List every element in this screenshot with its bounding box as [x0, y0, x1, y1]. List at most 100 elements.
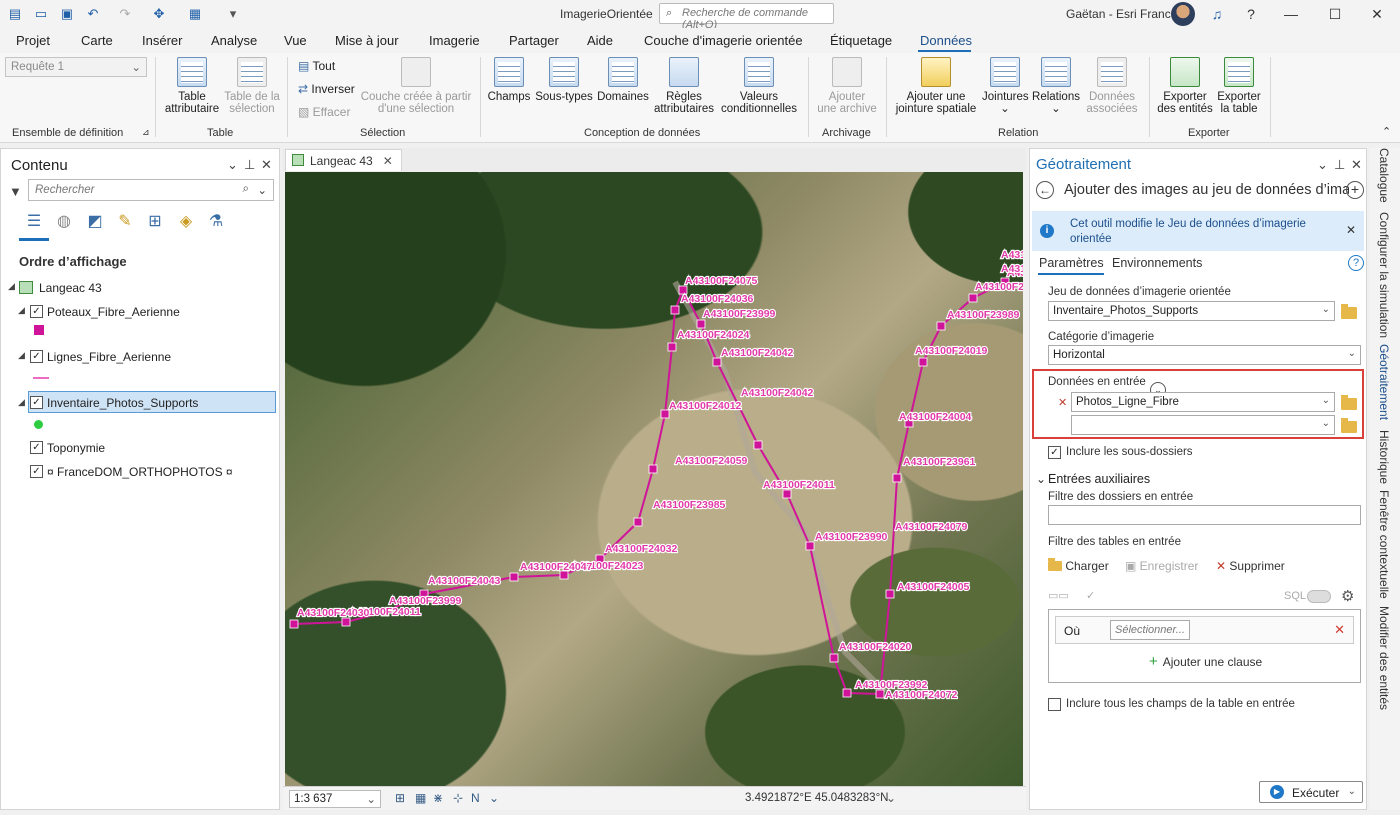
- add-archive-button[interactable]: Ajouter une archive: [814, 57, 880, 115]
- pin-icon[interactable]: ⊥: [244, 157, 255, 173]
- spatial-join-button[interactable]: Ajouter une jointure spatiale: [892, 57, 980, 115]
- back-arrow-icon[interactable]: ←: [1036, 181, 1054, 199]
- new-project-icon[interactable]: ▤: [6, 5, 24, 23]
- undo-icon[interactable]: ↶: [84, 5, 102, 23]
- pole-marker[interactable]: [968, 293, 978, 303]
- clear-selection-button[interactable]: ▧ Effacer: [298, 105, 350, 119]
- pole-marker[interactable]: [885, 589, 895, 599]
- layer-visibility-checkbox[interactable]: ✓: [30, 305, 43, 318]
- selection-table-button[interactable]: Table de la sélection: [223, 57, 281, 115]
- folder-icon[interactable]: [1341, 418, 1357, 433]
- add-clause-button[interactable]: + Ajouter une clause: [1149, 653, 1262, 670]
- close-icon[interactable]: ✕: [261, 157, 272, 173]
- grid-icon[interactable]: ▦: [415, 791, 426, 805]
- export-features-button[interactable]: Exporter des entités: [1156, 57, 1214, 115]
- close-button[interactable]: ✕: [1366, 3, 1388, 25]
- pole-marker[interactable]: [936, 321, 946, 331]
- tab-inserer[interactable]: Insérer: [142, 33, 182, 48]
- tab-environments[interactable]: Environnements: [1112, 256, 1202, 270]
- contents-search-input[interactable]: Rechercher ⌕ ⌄: [28, 179, 274, 201]
- category-dropdown[interactable]: Horizontal ⌄: [1048, 345, 1361, 365]
- pole-marker[interactable]: [753, 440, 763, 450]
- pole-marker[interactable]: [805, 541, 815, 551]
- point-symbol-poteaux[interactable]: [34, 325, 44, 335]
- map-tab[interactable]: Langeac 43 ✕: [285, 149, 402, 171]
- pole-marker[interactable]: [670, 305, 680, 315]
- subtypes-button[interactable]: Sous-types: [534, 57, 594, 103]
- folder-icon[interactable]: [1341, 395, 1357, 410]
- list-by-perspective-icon[interactable]: ⚗: [205, 211, 227, 233]
- tab-configure-simulation[interactable]: Configurer la simulation: [1377, 212, 1391, 338]
- chevron-down-icon[interactable]: ⌄: [489, 791, 499, 805]
- tab-parameters[interactable]: Paramètres: [1039, 256, 1104, 270]
- attribute-table-button[interactable]: Table attributaire: [162, 57, 222, 115]
- tab-geoprocessing[interactable]: Géotraitement: [1377, 344, 1391, 420]
- remove-clause-icon[interactable]: ✕: [1334, 622, 1345, 638]
- fixed-zoom-icon[interactable]: ⊞: [395, 791, 405, 805]
- tab-donnees[interactable]: Données: [920, 33, 972, 48]
- joins-button[interactable]: Jointures ⌄: [982, 57, 1029, 115]
- collapse-icon[interactable]: ⌄: [1036, 472, 1046, 486]
- tab-popup[interactable]: Fenêtre contextuelle: [1377, 490, 1391, 599]
- layer-item[interactable]: ✓ ¤ FranceDOM_ORTHOPHOTOS ¤: [1, 461, 279, 483]
- domains-button[interactable]: Domaines: [595, 57, 651, 103]
- contingent-values-button[interactable]: Valeurs conditionnelles: [718, 57, 800, 115]
- pole-marker[interactable]: [696, 319, 706, 329]
- layer-item-selected[interactable]: ✓ Inventaire_Photos_Supports: [28, 391, 276, 413]
- chevron-down-icon[interactable]: ⌄: [1348, 786, 1356, 797]
- pole-marker[interactable]: [633, 517, 643, 527]
- layer-item[interactable]: ◢ ✓ Poteaux_Fibre_Aerienne: [1, 301, 279, 323]
- export-table-button[interactable]: Exporter la table: [1214, 57, 1264, 115]
- avatar[interactable]: [1171, 2, 1195, 26]
- tab-carte[interactable]: Carte: [81, 33, 113, 48]
- coordinate-format-chevron-icon[interactable]: ⌄: [886, 791, 896, 805]
- add-tool-icon[interactable]: +: [1346, 181, 1364, 199]
- field-selector[interactable]: Sélectionner...: [1110, 620, 1190, 640]
- map-view[interactable]: A43100F24075 A43100F24036 A43100F23999 A431…: [285, 172, 1023, 786]
- tab-projet[interactable]: Projet: [16, 33, 50, 48]
- pole-marker[interactable]: [829, 653, 839, 663]
- pane-menu-icon[interactable]: ⌄: [1317, 157, 1328, 173]
- close-icon[interactable]: ✕: [1346, 223, 1356, 237]
- invert-selection-button[interactable]: ⇄ Inverser: [298, 82, 355, 96]
- list-by-selection-icon[interactable]: ◩: [84, 211, 106, 233]
- list-by-snapping-icon[interactable]: ⊞: [144, 211, 166, 233]
- tab-history[interactable]: Historique: [1377, 430, 1391, 484]
- tab-vue[interactable]: Vue: [284, 33, 307, 48]
- open-folder-icon[interactable]: ▭: [32, 5, 50, 23]
- run-button[interactable]: ▶ Exécuter ⌄: [1259, 781, 1363, 803]
- snapping-icon[interactable]: ⋇: [433, 791, 443, 805]
- load-button[interactable]: Charger: [1048, 558, 1109, 573]
- collapse-ribbon-icon[interactable]: ⌃: [1382, 125, 1391, 138]
- close-icon[interactable]: ✕: [1351, 157, 1362, 173]
- pole-marker[interactable]: [509, 572, 519, 582]
- pole-marker[interactable]: [648, 464, 658, 474]
- tab-analyse[interactable]: Analyse: [211, 33, 257, 48]
- north-arrow-icon[interactable]: N: [471, 791, 480, 805]
- dialog-launcher-icon[interactable]: ⊿: [142, 127, 150, 138]
- pane-menu-icon[interactable]: ⌄: [227, 157, 238, 173]
- notifications-icon[interactable]: ♫: [1206, 3, 1228, 25]
- constraint-icon[interactable]: ⊹: [453, 791, 463, 805]
- close-icon[interactable]: ✕: [383, 154, 393, 168]
- list-by-labeling-icon[interactable]: ◈: [175, 211, 197, 233]
- maximize-button[interactable]: ☐: [1324, 3, 1346, 25]
- collapse-icon[interactable]: ◢: [18, 350, 25, 361]
- folder-filter-input[interactable]: [1048, 505, 1361, 525]
- point-symbol-photos[interactable]: [34, 420, 43, 429]
- list-by-editing-icon[interactable]: ✎: [114, 211, 136, 233]
- map-canvas[interactable]: A43100F24075 A43100F24036 A43100F23999 A431…: [285, 172, 1023, 786]
- include-subfolders-checkbox[interactable]: ✓: [1048, 446, 1061, 459]
- layer-item[interactable]: ✓ Toponymie: [1, 437, 279, 459]
- sql-toggle[interactable]: [1307, 590, 1331, 603]
- tab-imagerie[interactable]: Imagerie: [429, 33, 480, 48]
- filter-icon[interactable]: ▼: [9, 184, 22, 199]
- pole-marker[interactable]: [842, 688, 852, 698]
- pole-marker[interactable]: [660, 409, 670, 419]
- minimize-button[interactable]: —: [1280, 3, 1302, 25]
- tab-edit-features[interactable]: Modifier des entités: [1377, 606, 1391, 710]
- tab-couche-imagerie-orientee[interactable]: Couche d'imagerie orientée: [644, 33, 803, 48]
- layer-item[interactable]: ◢ ✓ Lignes_Fibre_Aerienne: [1, 346, 279, 368]
- input-data-dropdown[interactable]: Photos_Ligne_Fibre ⌄: [1071, 392, 1335, 412]
- related-data-button[interactable]: Données associées: [1084, 57, 1140, 115]
